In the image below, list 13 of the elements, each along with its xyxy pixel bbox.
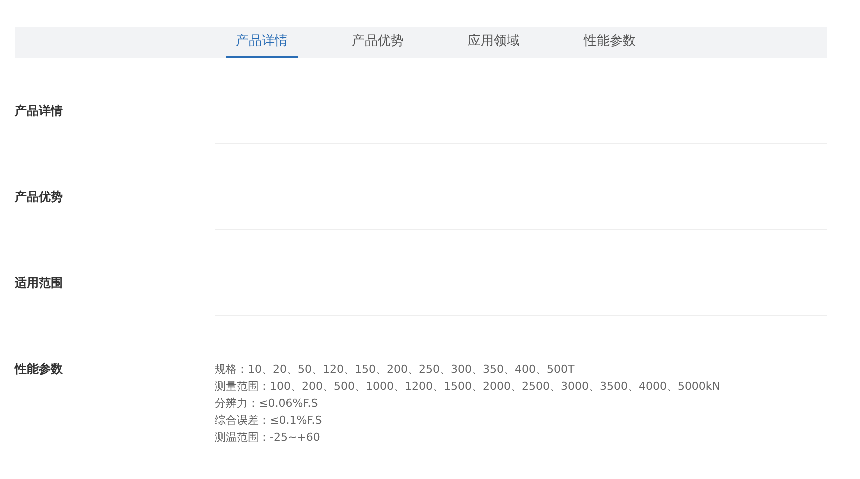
spec-line: 分辨力：≤0.06%F.S bbox=[215, 396, 320, 412]
spec-line: 综合误差：≤0.1%F.S bbox=[215, 413, 324, 429]
spec-line: 规格：10、20、50、120、150、200、250、300、350、400、500T bbox=[215, 362, 576, 378]
section-heading: 产品优势 bbox=[15, 189, 64, 206]
section-heading: 性能参数 bbox=[15, 361, 64, 378]
section-heading: 产品详情 bbox=[15, 103, 64, 120]
spec-line: 测温范围：-25~+60 bbox=[215, 430, 322, 446]
tab[interactable]: 性能参数 bbox=[574, 27, 646, 58]
tab[interactable]: 应用领域 bbox=[458, 27, 530, 58]
section-heading: 适用范围 bbox=[15, 275, 64, 292]
tab[interactable]: 产品详情 bbox=[226, 27, 298, 58]
spec-line: 测量范围：100、200、500、1000、1200、1500、2000、2500、3000、3500、4000、5000kN bbox=[215, 379, 722, 395]
tab[interactable]: 产品优势 bbox=[342, 27, 414, 58]
